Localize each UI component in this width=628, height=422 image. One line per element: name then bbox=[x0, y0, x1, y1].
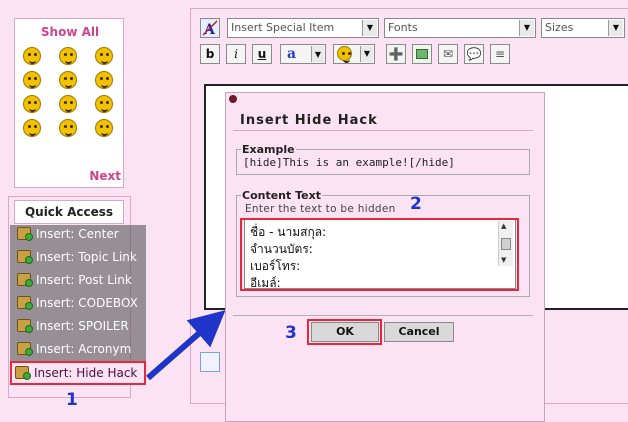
grin-smiley-icon[interactable] bbox=[23, 47, 41, 65]
laugh-smiley-icon[interactable] bbox=[59, 95, 77, 113]
next-link[interactable]: Next bbox=[85, 169, 121, 183]
fonts-select-value: Fonts bbox=[388, 21, 418, 34]
quick-access-item[interactable]: Insert: Center bbox=[14, 224, 132, 244]
step-number-2: 2 bbox=[410, 194, 422, 214]
surprised-smiley-icon[interactable] bbox=[23, 71, 41, 89]
content-hint: Enter the text to be hidden bbox=[245, 203, 396, 215]
neutral-smiley-icon[interactable] bbox=[95, 47, 113, 65]
quick-access-item[interactable]: Insert: SPOILER bbox=[14, 316, 132, 336]
quick-access-item-label: Insert: Topic Link bbox=[36, 250, 137, 264]
letter-a-icon: A bbox=[202, 20, 218, 38]
chevron-down-icon: ▼ bbox=[519, 20, 534, 36]
font-color-button[interactable]: a ▼ bbox=[280, 44, 326, 64]
divider bbox=[233, 130, 533, 131]
italic-button[interactable]: i bbox=[226, 44, 246, 64]
font-style-icon[interactable]: A bbox=[200, 18, 220, 38]
image-icon bbox=[416, 49, 428, 59]
divider bbox=[233, 315, 533, 316]
shocked-smiley-icon[interactable] bbox=[23, 95, 41, 113]
confused-smiley-icon[interactable] bbox=[95, 71, 113, 89]
quote-icon: 💬 bbox=[466, 47, 482, 61]
insert-image-button[interactable] bbox=[412, 44, 432, 64]
quick-access-item[interactable]: Insert: Topic Link bbox=[14, 247, 137, 267]
insert-quote-button[interactable]: 💬 bbox=[464, 44, 484, 64]
smiley-panel: Show All Next bbox=[14, 18, 124, 188]
special-item-select-value: Insert Special Item bbox=[231, 21, 335, 34]
quick-access-item-label: Insert: Center bbox=[36, 227, 119, 241]
insert-icon bbox=[17, 319, 33, 333]
example-legend: Example bbox=[242, 143, 295, 156]
show-all-link[interactable]: Show All bbox=[15, 25, 125, 39]
content-legend: Content Text bbox=[242, 189, 321, 202]
insert-icon bbox=[17, 273, 33, 287]
font-color-label: a bbox=[287, 46, 297, 62]
dialog-title: Insert Hide Hack bbox=[240, 113, 378, 128]
highlight-box-content bbox=[240, 218, 519, 291]
email-icon: ✉ bbox=[442, 47, 454, 61]
chevron-down-icon: ▼ bbox=[311, 46, 324, 62]
fonts-select[interactable]: Fonts ▼ bbox=[384, 18, 536, 38]
special-item-select[interactable]: Insert Special Item ▼ bbox=[227, 18, 379, 38]
bold-button[interactable]: b bbox=[200, 44, 220, 64]
insert-icon bbox=[17, 342, 33, 356]
highlight-box-hide-hack bbox=[10, 361, 146, 385]
close-icon[interactable] bbox=[229, 95, 237, 103]
example-text: [hide]This is an example![/hide] bbox=[243, 156, 455, 169]
insert-icon bbox=[17, 296, 33, 310]
highlight-box-ok bbox=[307, 319, 382, 345]
quick-access-item[interactable]: Insert: Post Link bbox=[14, 270, 132, 290]
add-link-icon: ➕ bbox=[388, 47, 404, 61]
chevron-down-icon: ▼ bbox=[608, 20, 623, 36]
sad-smiley-icon[interactable] bbox=[59, 47, 77, 65]
sizes-select[interactable]: Sizes ▼ bbox=[541, 18, 625, 38]
insert-email-button[interactable]: ✉ bbox=[438, 44, 458, 64]
list-icon: ≡ bbox=[494, 47, 506, 61]
smiley-icon bbox=[337, 46, 352, 63]
quick-access-item-label: Insert: Post Link bbox=[36, 273, 132, 287]
quick-access-item[interactable]: Insert: CODEBOX bbox=[14, 293, 138, 313]
quick-access-title: Quick Access bbox=[14, 200, 124, 224]
eek-smiley-icon[interactable] bbox=[23, 119, 41, 137]
angry-smiley-icon[interactable] bbox=[59, 71, 77, 89]
quick-access-item[interactable]: Insert: Acronym bbox=[14, 339, 132, 359]
step-number-3: 3 bbox=[285, 323, 297, 343]
smiley-button[interactable]: ▼ bbox=[333, 44, 375, 64]
insert-list-button[interactable]: ≡ bbox=[490, 44, 510, 64]
insert-link-button[interactable]: ➕ bbox=[386, 44, 406, 64]
chevron-down-icon: ▼ bbox=[360, 46, 373, 62]
quick-access-item-label: Insert: Acronym bbox=[36, 342, 132, 356]
insert-icon bbox=[17, 227, 33, 241]
underline-button[interactable]: u bbox=[252, 44, 272, 64]
quick-access-item-label: Insert: SPOILER bbox=[36, 319, 129, 333]
step-number-1: 1 bbox=[66, 390, 78, 410]
sick-smiley-icon[interactable] bbox=[95, 119, 113, 137]
chevron-down-icon: ▼ bbox=[362, 20, 377, 36]
sizes-select-value: Sizes bbox=[545, 21, 574, 34]
wink-smiley-icon[interactable] bbox=[95, 95, 113, 113]
insert-icon bbox=[17, 250, 33, 264]
quick-access-item-label: Insert: CODEBOX bbox=[36, 296, 138, 310]
cancel-button[interactable]: Cancel bbox=[384, 322, 454, 342]
tongue-smiley-icon[interactable] bbox=[59, 119, 77, 137]
